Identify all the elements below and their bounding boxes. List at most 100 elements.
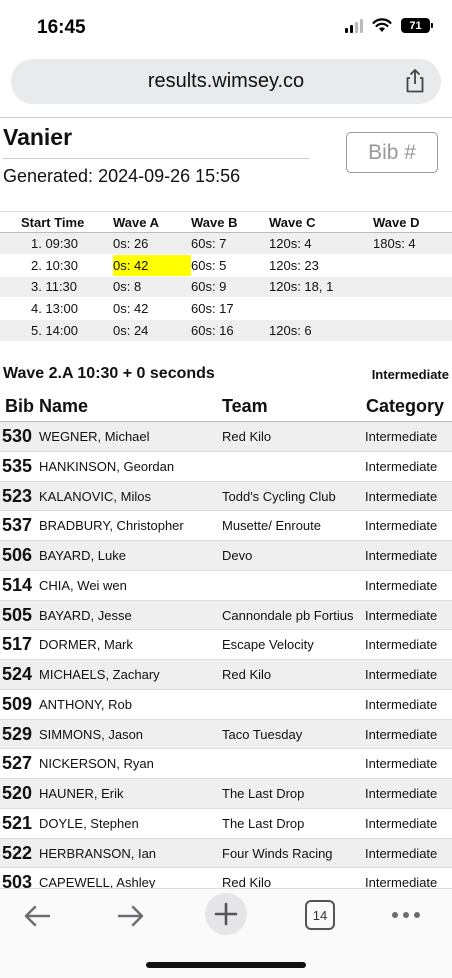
- rider-row: 529 SIMMONS, Jason Taco Tuesday Intermediat…: [0, 719, 452, 750]
- rider-team: Four Winds Racing: [222, 845, 333, 861]
- rider-category: Intermediate: [365, 458, 438, 474]
- rider-team: Red Kilo: [222, 875, 272, 888]
- wave-cell: [373, 297, 452, 321]
- wave-cell[interactable]: 60s: 16: [191, 319, 269, 342]
- rider-team: Musette/ Enroute: [222, 518, 321, 534]
- cellular-signal-icon: [345, 18, 363, 33]
- page-top-divider: [0, 117, 452, 118]
- bib-number: 509: [2, 693, 33, 714]
- wave-cell[interactable]: 0s: 42: [113, 297, 191, 321]
- bib-number: 537: [2, 515, 33, 536]
- wave-cell: [269, 297, 373, 321]
- rider-name: HERBRANSON, Ian: [39, 845, 157, 861]
- url-text[interactable]: results.wimsey.co: [11, 70, 441, 93]
- rider-category: Intermediate: [365, 786, 438, 801]
- rider-team: Cannondale pb Fortius: [222, 607, 354, 623]
- rider-row: 522 HERBRANSON, Ian Four Winds Racing Inter…: [0, 838, 452, 869]
- rider-row: 509 ANTHONY, Rob Intermediate: [0, 689, 452, 720]
- rider-category: Intermediate: [365, 756, 438, 772]
- rider-row: 506 BAYARD, Luke Devo Intermediate: [0, 541, 452, 571]
- rider-name: BAYARD, Jesse: [39, 607, 132, 623]
- address-bar[interactable]: results.wimsey.co: [11, 59, 441, 104]
- status-bar: 16:45 71: [0, 0, 452, 56]
- rider-name: MICHAELS, Zachary: [39, 667, 160, 682]
- rider-name: DORMER, Mark: [39, 637, 133, 653]
- bib-number: 506: [2, 545, 33, 565]
- wave-table-row: 5. 14:00 0s: 24 60s: 16 120s: 6: [0, 319, 452, 342]
- rider-name: CHIA, Wei wen: [39, 577, 127, 593]
- rider-row: 535 HANKINSON, Geordan Intermediate: [0, 451, 452, 482]
- generated-timestamp: Generated: 2024-09-26 15:56: [3, 166, 241, 186]
- column-header-wave-d: Wave D: [373, 211, 452, 233]
- rider-table-header: Bib Name Team Category: [0, 393, 452, 422]
- wave-cell[interactable]: 60s: 5: [191, 254, 269, 277]
- column-header-team: Team: [222, 396, 268, 416]
- new-tab-plus-icon[interactable]: [205, 893, 247, 935]
- column-header-name: Name: [39, 396, 89, 416]
- wave-cell-selected[interactable]: 0s: 42: [113, 254, 191, 277]
- rider-category: Intermediate: [365, 488, 438, 504]
- wave-cell[interactable]: 120s: 6: [269, 319, 373, 342]
- wave-cell[interactable]: 60s: 9: [191, 276, 269, 299]
- bib-search-input[interactable]: Bib #: [346, 132, 438, 173]
- rider-category: Intermediate: [365, 726, 438, 742]
- more-options-icon[interactable]: [390, 901, 422, 929]
- wave-table-header-row: Start Time Wave A Wave B Wave C Wave D: [0, 211, 452, 233]
- tabs-count-button[interactable]: 14: [305, 900, 335, 930]
- rider-team: The Last Drop: [222, 815, 305, 831]
- rider-name: HANKINSON, Geordan: [39, 458, 175, 474]
- bib-number: 522: [2, 842, 33, 863]
- wave-cell[interactable]: 120s: 18, 1: [269, 276, 373, 299]
- bib-number: 530: [2, 426, 33, 446]
- wave-cell[interactable]: 120s: 4: [269, 232, 373, 255]
- bib-number: 524: [2, 664, 33, 684]
- bib-number: 520: [2, 783, 33, 803]
- rider-row: 514 CHIA, Wei wen Intermediate: [0, 570, 452, 601]
- rider-name: CAPEWELL, Ashley: [39, 875, 156, 888]
- battery-icon: 71: [401, 18, 433, 33]
- wave-cell[interactable]: 0s: 24: [113, 319, 191, 342]
- wave-cell[interactable]: 120s: 23: [269, 254, 373, 277]
- bib-number: 529: [2, 723, 33, 744]
- rider-row: 521 DOYLE, Stephen The Last Drop Intermedia…: [0, 808, 452, 839]
- forward-arrow-icon[interactable]: [114, 899, 148, 933]
- rider-team: Todd's Cycling Club: [222, 488, 336, 504]
- wave-cell: [373, 254, 452, 277]
- wave-heading: Wave 2.A 10:30 + 0 seconds: [3, 365, 215, 382]
- bib-number: 503: [2, 872, 33, 888]
- rider-name: DOYLE, Stephen: [39, 815, 139, 831]
- wave-cell[interactable]: 60s: 7: [191, 232, 269, 255]
- rider-category: Intermediate: [365, 429, 438, 444]
- rider-category: Intermediate: [365, 518, 438, 534]
- rider-row: 503 CAPEWELL, Ashley Red Kilo Intermediate: [0, 868, 452, 888]
- rider-list[interactable]: 530 WEGNER, Michael Red Kilo Intermediate 5…: [0, 422, 452, 888]
- rider-row: 520 HAUNER, Erik The Last Drop Intermediate: [0, 779, 452, 809]
- bib-number: 521: [2, 812, 33, 833]
- rider-name: BAYARD, Luke: [39, 548, 126, 563]
- rider-team: Escape Velocity: [222, 637, 314, 653]
- bib-number: 505: [2, 604, 33, 625]
- wave-category: Intermediate: [371, 367, 449, 382]
- rider-row: 524 MICHAELS, Zachary Red Kilo Intermediate: [0, 660, 452, 690]
- rider-name: BRADBURY, Christopher: [39, 518, 184, 534]
- rider-category: Intermediate: [365, 667, 438, 682]
- start-time-cell: 4. 13:00: [0, 297, 113, 321]
- rider-name: NICKERSON, Ryan: [39, 756, 154, 772]
- back-arrow-icon[interactable]: [20, 899, 54, 933]
- wave-cell[interactable]: 180s: 4: [373, 232, 452, 255]
- wave-cell: [373, 276, 452, 299]
- rider-team: Taco Tuesday: [222, 726, 303, 742]
- wave-cell[interactable]: 0s: 8: [113, 276, 191, 299]
- rider-name: WEGNER, Michael: [39, 429, 150, 444]
- rider-category: Intermediate: [365, 696, 438, 712]
- share-icon[interactable]: [403, 68, 427, 94]
- column-header-category: Category: [366, 396, 445, 416]
- bib-number: 535: [2, 455, 33, 476]
- wave-cell[interactable]: 60s: 17: [191, 297, 269, 321]
- page-title: Vanier: [3, 124, 73, 150]
- wave-cell[interactable]: 0s: 26: [113, 232, 191, 255]
- column-header-wave-a: Wave A: [113, 211, 191, 233]
- rider-name: KALANOVIC, Milos: [39, 488, 151, 504]
- home-indicator[interactable]: [146, 962, 306, 968]
- rider-row: 523 KALANOVIC, Milos Todd's Cycling Club In…: [0, 481, 452, 512]
